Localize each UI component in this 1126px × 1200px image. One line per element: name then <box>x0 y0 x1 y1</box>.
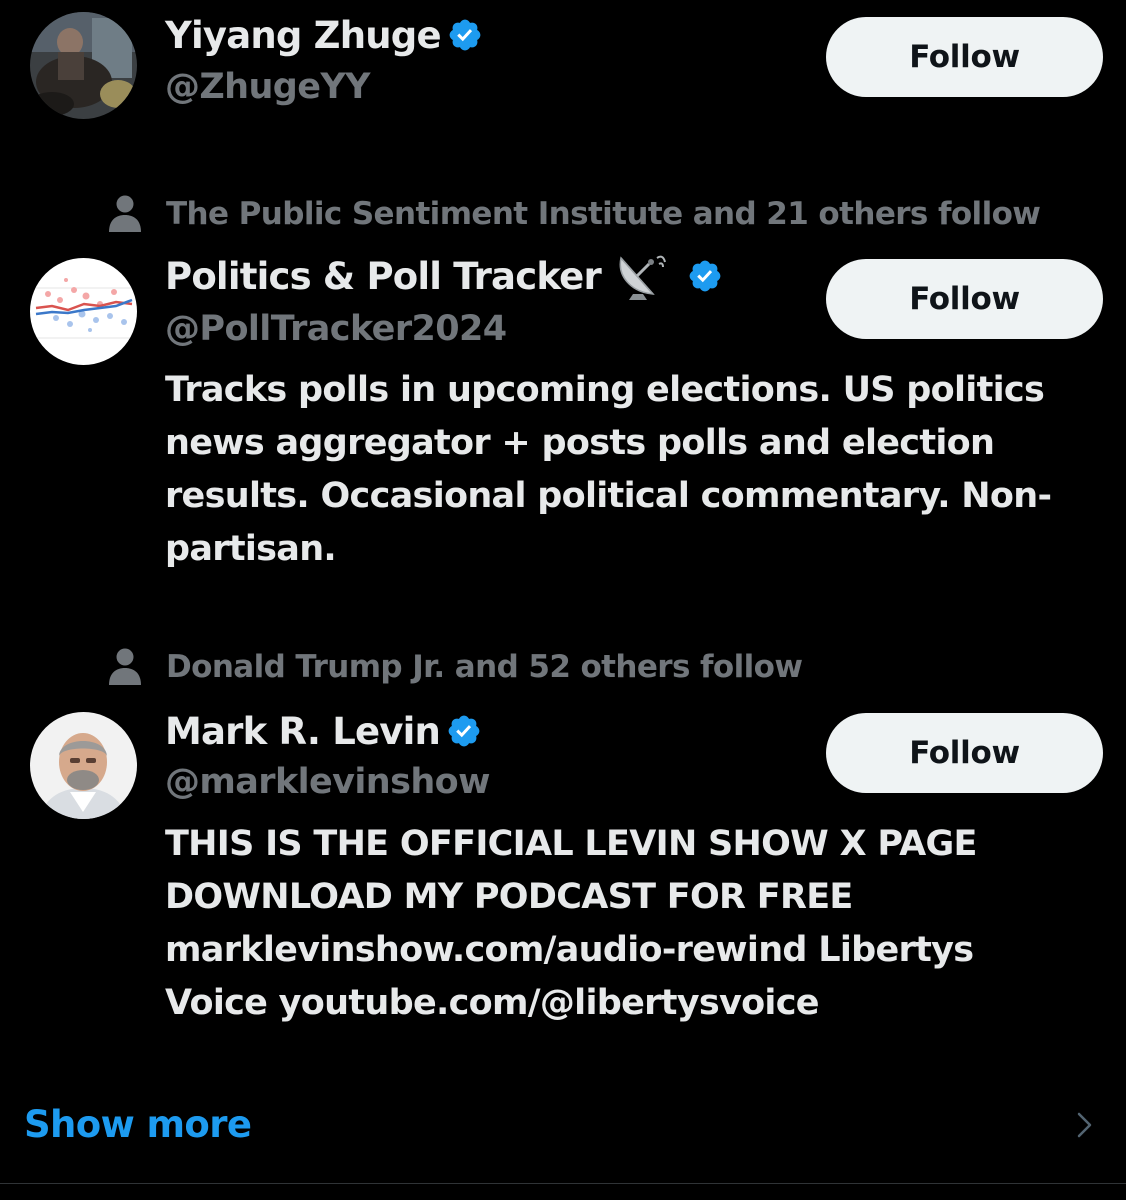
avatar[interactable] <box>30 12 137 119</box>
bio-line: DOWNLOAD MY PODCAST FOR FREE <box>165 877 853 917</box>
avatar[interactable] <box>30 258 137 365</box>
social-context-text: Donald Trump Jr. and 52 others follow <box>166 649 803 685</box>
name-row: Mark R. Levin <box>165 706 482 756</box>
verified-badge-icon <box>449 19 481 51</box>
bio-line[interactable]: marklevinshow.com/audio-rewind Libertys <box>165 924 1105 977</box>
avatar[interactable] <box>30 712 137 819</box>
verified-badge-icon <box>689 260 721 292</box>
person-icon <box>109 648 141 685</box>
handle: @PollTracker2024 <box>165 309 507 349</box>
chevron-right-icon[interactable] <box>1074 1110 1096 1140</box>
bio: Tracks polls in upcoming elections. US p… <box>165 364 1105 576</box>
social-context: Donald Trump Jr. and 52 others follow <box>108 645 803 689</box>
avatar-image <box>30 12 137 119</box>
bio-line: Tracks polls in upcoming elections. US p… <box>165 370 1045 410</box>
follow-button[interactable]: Follow <box>826 259 1103 339</box>
social-context: The Public Sentiment Institute and 21 ot… <box>108 192 1041 236</box>
satellite-antenna-icon <box>619 255 666 300</box>
divider <box>0 1183 1126 1184</box>
display-name[interactable]: Yiyang Zhuge <box>165 14 442 57</box>
display-name[interactable]: Politics & Poll Tracker <box>165 255 602 298</box>
avatar-image <box>30 712 137 819</box>
bio-line: news aggregator + posts polls and electi… <box>165 423 995 463</box>
name-row: Politics & Poll Tracker <box>165 251 723 301</box>
verified-badge-icon <box>448 715 480 747</box>
display-name[interactable]: Mark R. Levin <box>165 710 441 753</box>
bio-line[interactable]: Voice youtube.com/@libertysvoice <box>165 977 1105 1030</box>
name-row: Yiyang Zhuge <box>165 10 483 60</box>
follow-button[interactable]: Follow <box>826 713 1103 793</box>
follow-button[interactable]: Follow <box>826 17 1103 97</box>
handle: @marklevinshow <box>165 762 490 802</box>
bio-line: partisan. <box>165 529 337 569</box>
handle: @ZhugeYY <box>165 67 371 107</box>
show-more-link[interactable]: Show more <box>24 1100 252 1150</box>
bio-line: THIS IS THE OFFICIAL LEVIN SHOW X PAGE <box>165 824 977 864</box>
bio: THIS IS THE OFFICIAL LEVIN SHOW X PAGE D… <box>165 818 1105 1030</box>
person-icon <box>109 195 141 232</box>
bio-line: results. Occasional political commentary… <box>165 476 1052 516</box>
poll-chart-logo <box>30 258 137 365</box>
social-context-text: The Public Sentiment Institute and 21 ot… <box>166 196 1041 232</box>
